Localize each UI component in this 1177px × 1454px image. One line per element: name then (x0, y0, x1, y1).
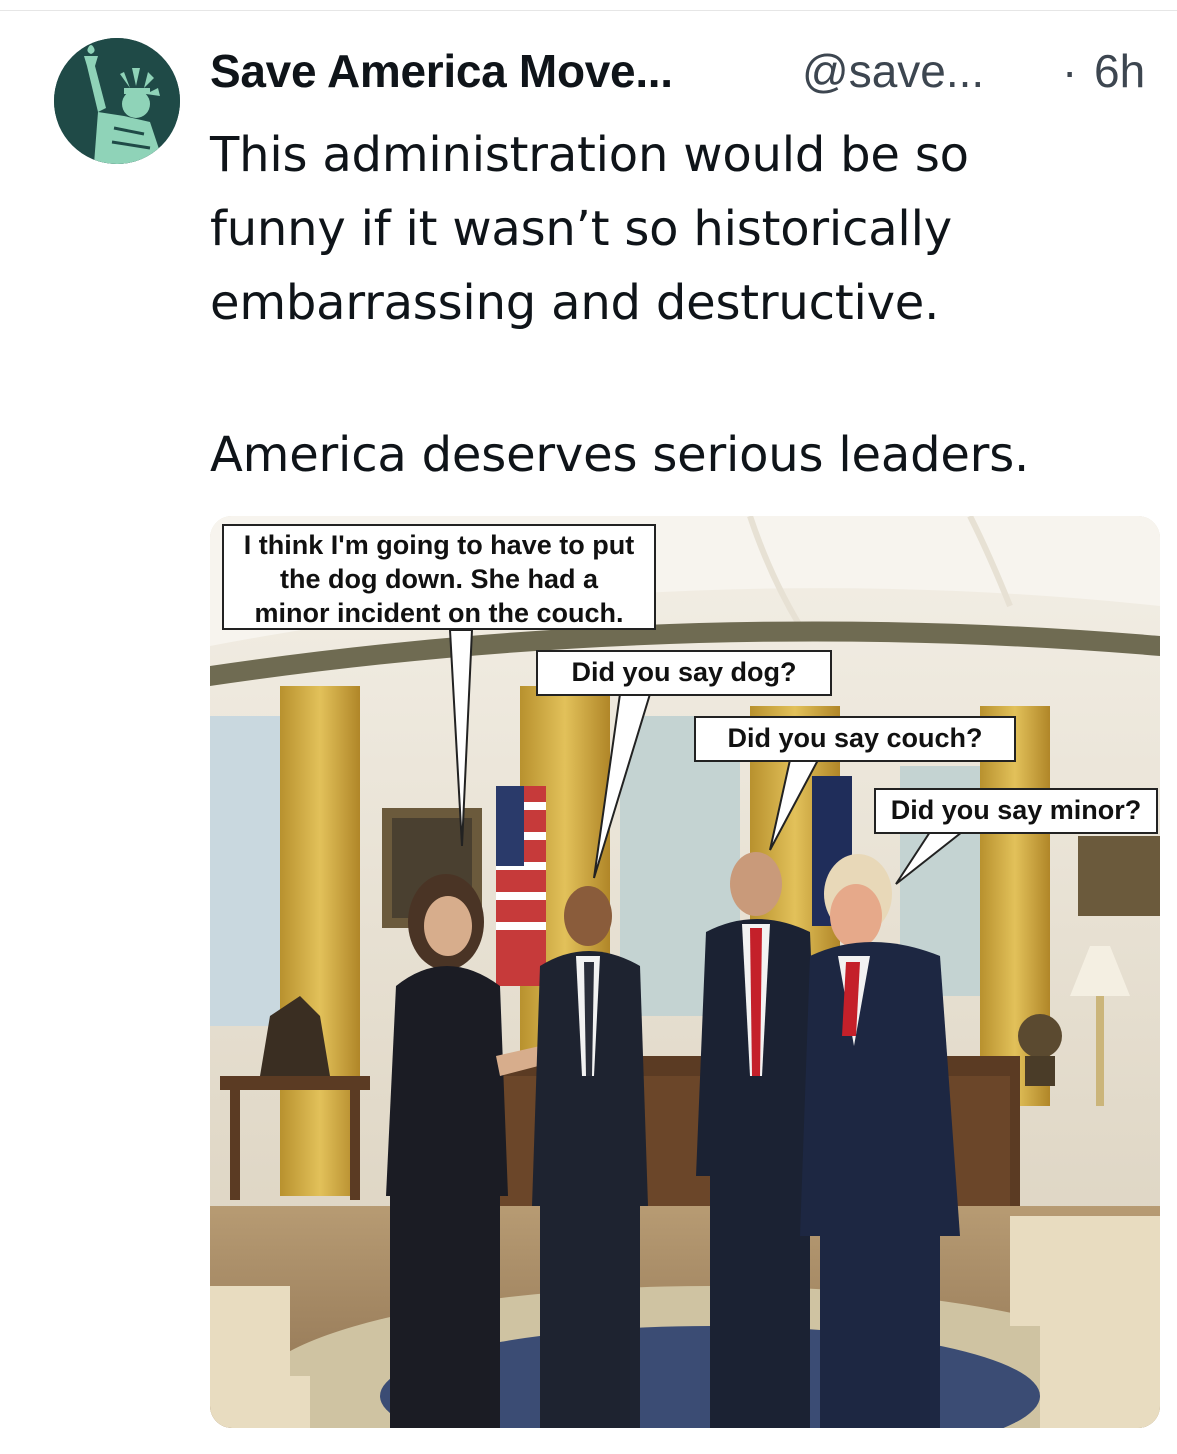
speech-bubble-1-line-2: the dog down. She had a (279, 564, 598, 594)
speech-bubble-2: Did you say dog? (536, 650, 832, 696)
top-divider (0, 10, 1177, 11)
speech-bubble-1-line-1: I think I'm going to have to put (243, 530, 635, 560)
post-text-line-2: funny if it wasn’t so historically (210, 201, 952, 257)
author-handle[interactable]: @save... (802, 44, 984, 98)
post-header: Save America Move... @save... · 6h (210, 40, 1170, 100)
post-image[interactable]: I think I'm going to have to put the dog… (210, 516, 1160, 1428)
separator-dot: · (1062, 45, 1078, 97)
post-text-line-4: America deserves serious leaders. (210, 427, 1030, 483)
post-text-line-1: This administration would be so (210, 127, 969, 183)
author-name[interactable]: Save America Move... (210, 44, 673, 98)
speech-bubble-1-line-3: minor incident on the couch. (254, 598, 624, 628)
avatar[interactable] (54, 38, 180, 164)
statue-of-liberty-icon (54, 38, 180, 164)
speech-bubble-4: Did you say minor? (874, 788, 1158, 834)
speech-bubble-3: Did you say couch? (694, 716, 1016, 762)
post-text-line-3: embarrassing and destructive. (210, 275, 940, 331)
post-time[interactable]: 6h (1094, 44, 1145, 98)
speech-bubble-1: I think I'm going to have to put the dog… (222, 524, 656, 630)
